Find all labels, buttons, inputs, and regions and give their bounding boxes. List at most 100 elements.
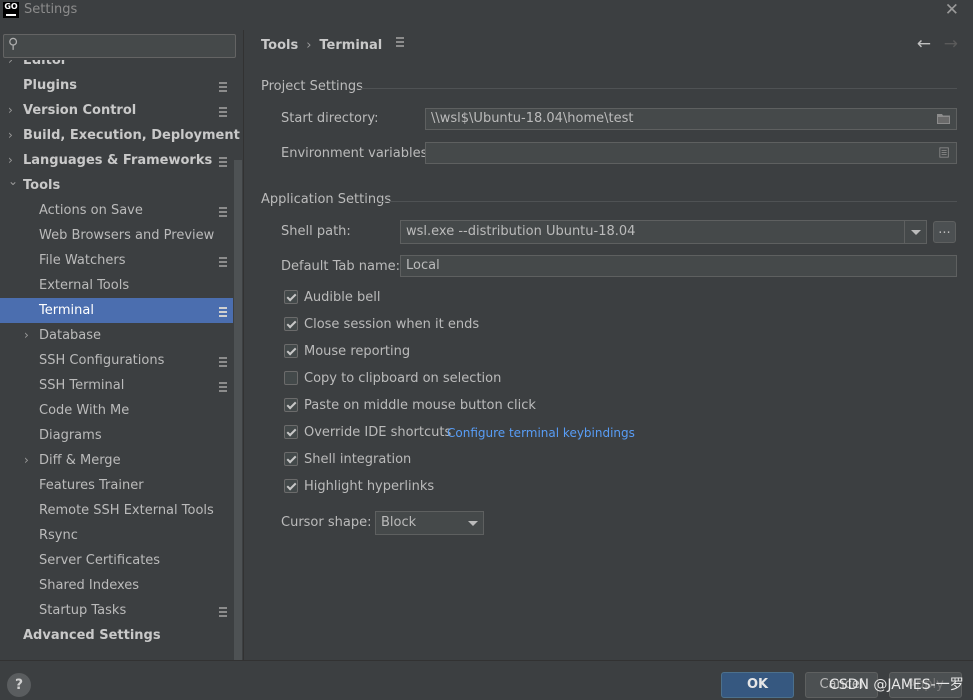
cursor-shape-select[interactable]: Block [375, 511, 484, 535]
section-divider [381, 201, 957, 202]
search-icon: ⚲ [8, 36, 19, 52]
shell-path-value: wsl.exe --distribution Ubuntu-18.04 [406, 224, 636, 239]
sidebar-item-label: Terminal [39, 303, 94, 318]
sidebar-item[interactable]: SSH Terminal [0, 373, 233, 398]
sidebar-item[interactable]: › Build, Execution, Deployment [0, 123, 240, 148]
start-directory-value: \\wsl$\Ubuntu-18.04\home\test [431, 111, 634, 126]
sidebar-item[interactable]: Code With Me [0, 398, 233, 423]
sidebar-item-label: Rsync [39, 528, 78, 543]
sidebar-item[interactable]: Startup Tasks [0, 598, 233, 623]
breadcrumb-separator: › [306, 38, 312, 53]
project-level-icon [219, 307, 227, 317]
start-directory-field[interactable]: \\wsl$\Ubuntu-18.04\home\test [425, 108, 957, 130]
chevron-right-icon[interactable]: › [24, 323, 29, 348]
sidebar-item-label: Web Browsers and Preview [39, 228, 215, 243]
default-tab-name-field[interactable]: Local [400, 255, 957, 277]
search-input[interactable] [26, 37, 230, 55]
sidebar-item[interactable]: › Editor [0, 60, 233, 73]
sidebar-item-label: Build, Execution, Deployment [23, 128, 240, 143]
environment-variables-field[interactable] [425, 142, 957, 164]
sidebar-item[interactable]: Shared Indexes [0, 573, 233, 598]
application-settings-title: Application Settings [261, 192, 392, 207]
sidebar-item-label: SSH Terminal [39, 378, 125, 393]
chevron-down-icon [911, 230, 921, 235]
checkbox-label: Shell integration [304, 452, 412, 467]
shell-path-combo[interactable]: wsl.exe --distribution Ubuntu-18.04 [400, 220, 927, 244]
checkbox[interactable] [284, 398, 298, 412]
chevron-right-icon[interactable]: › [8, 123, 13, 148]
sidebar-item-label: Diagrams [39, 428, 102, 443]
search-box[interactable]: ⚲ [3, 34, 236, 58]
chevron-down-icon [468, 521, 478, 526]
checkbox[interactable] [284, 425, 298, 439]
shell-path-dropdown[interactable] [904, 221, 926, 243]
ok-button[interactable]: OK [721, 672, 794, 698]
checkbox[interactable] [284, 452, 298, 466]
sidebar-item[interactable]: Plugins [0, 73, 233, 98]
breadcrumb-parent[interactable]: Tools [261, 38, 298, 53]
sidebar-item-label: Diff & Merge [39, 453, 121, 468]
shell-path-browse-button[interactable]: ... [933, 221, 956, 243]
chevron-right-icon[interactable]: › [8, 98, 13, 123]
sidebar-item-label: Remote SSH External Tools [39, 503, 214, 518]
settings-panel: Tools › Terminal ← → Project Settings Star… [244, 22, 973, 660]
section-divider [361, 88, 957, 89]
configure-keybindings-link[interactable]: Configure terminal keybindings [447, 424, 635, 442]
folder-icon[interactable] [937, 113, 950, 124]
sidebar-item-label: Features Trainer [39, 478, 144, 493]
checkbox[interactable] [284, 344, 298, 358]
forward-arrow-icon[interactable]: → [944, 34, 958, 54]
checkbox[interactable] [284, 290, 298, 304]
checkbox-label: Highlight hyperlinks [304, 479, 435, 494]
sidebar-item-label: File Watchers [39, 253, 126, 268]
sidebar-item-label: External Tools [39, 278, 130, 293]
sidebar-item[interactable]: Web Browsers and Preview [0, 223, 233, 248]
sidebar-item[interactable]: Rsync [0, 523, 233, 548]
sidebar-item[interactable]: Server Certificates [0, 548, 233, 573]
chevron-down-icon[interactable]: ⌄ [8, 169, 18, 194]
shell-path-label: Shell path: [281, 224, 351, 239]
sidebar-item[interactable]: › Version Control [0, 98, 233, 123]
sidebar-item-label: SSH Configurations [39, 353, 165, 368]
sidebar-item[interactable]: › Languages & Frameworks [0, 148, 233, 173]
sidebar-item[interactable]: Remote SSH External Tools [0, 498, 233, 523]
sidebar-item[interactable]: Advanced Settings [0, 623, 233, 648]
checkbox-label: Mouse reporting [304, 344, 411, 359]
checkbox[interactable] [284, 371, 298, 385]
sidebar-item[interactable]: Terminal [0, 298, 233, 323]
sidebar-item[interactable]: External Tools [0, 273, 233, 298]
cursor-shape-dropdown[interactable] [462, 512, 483, 534]
back-arrow-icon[interactable]: ← [917, 34, 931, 54]
sidebar-item[interactable]: › Database [0, 323, 233, 348]
cursor-shape-value: Block [381, 515, 417, 530]
project-level-icon [219, 82, 227, 92]
sidebar-item-label: Database [39, 328, 102, 343]
sidebar-item[interactable]: Features Trainer [0, 473, 233, 498]
checkbox[interactable] [284, 317, 298, 331]
sidebar-item-label: Tools [23, 178, 61, 193]
project-level-icon [219, 382, 227, 392]
sidebar-item[interactable]: › Diff & Merge [0, 448, 233, 473]
sidebar-item[interactable]: Diagrams [0, 423, 233, 448]
sidebar-item[interactable]: Actions on Save [0, 198, 233, 223]
sidebar-item-label: Server Certificates [39, 553, 161, 568]
close-icon[interactable]: ✕ [945, 0, 959, 20]
sidebar-item-label: Languages & Frameworks [23, 153, 213, 168]
chevron-right-icon[interactable]: › [24, 448, 29, 473]
sidebar-item[interactable]: SSH Configurations [0, 348, 233, 373]
sidebar-item-label: Actions on Save [39, 203, 143, 218]
checkbox[interactable] [284, 479, 298, 493]
help-button[interactable]: ? [7, 673, 31, 697]
sidebar-item-label: Editor [23, 60, 68, 68]
project-level-icon [219, 257, 227, 267]
settings-sidebar: ⚲ › Editor Plugins › Version Control › Build, … [0, 30, 243, 660]
edit-list-icon[interactable] [939, 147, 950, 158]
sidebar-item[interactable]: File Watchers [0, 248, 233, 273]
project-level-icon [219, 157, 227, 167]
sidebar-item-label: Version Control [23, 103, 137, 118]
chevron-right-icon[interactable]: › [8, 60, 13, 73]
sidebar-scrollbar[interactable] [234, 160, 242, 660]
environment-variables-label: Environment variables: [281, 146, 432, 161]
project-level-icon [219, 107, 227, 117]
sidebar-item[interactable]: ⌄ Tools [0, 173, 233, 198]
